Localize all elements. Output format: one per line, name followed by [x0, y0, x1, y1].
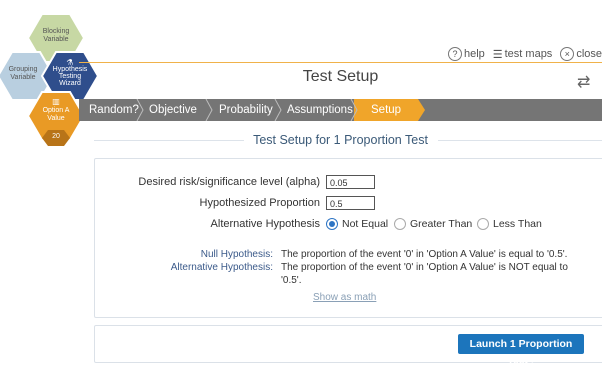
alpha-label: Desired risk/significance level (alpha)	[138, 176, 320, 188]
test-maps-link[interactable]: ☰ test maps	[493, 48, 553, 61]
page-title: Test Setup	[302, 68, 379, 85]
radio-not-equal-label[interactable]: Not Equal	[342, 218, 388, 230]
alt-hyp-label: Alternative Hypothesis:	[170, 262, 273, 273]
radio-greater-than[interactable]	[394, 218, 406, 230]
grouping-label: Grouping Variable	[8, 66, 38, 81]
alt-hyp-text-line1: The proportion of the event '0' in 'Opti…	[281, 262, 568, 273]
hyp-prop-label: Hypothesized Proportion	[199, 197, 320, 209]
alt-hyp-text-line2: '0.5'.	[281, 275, 302, 286]
crumb-setup[interactable]: Setup	[371, 99, 401, 121]
null-hyp-label: Null Hypothesis:	[200, 249, 273, 260]
alpha-input[interactable]: 0.05	[326, 175, 375, 189]
radio-not-equal[interactable]	[326, 218, 338, 230]
close-icon: ×	[560, 47, 575, 61]
radio-greater-than-label[interactable]: Greater Than	[410, 218, 472, 230]
launch-test-button[interactable]: Launch 1 Proportion Test ›	[458, 334, 584, 370]
blocking-label: Blocking Variable	[42, 28, 70, 43]
list-icon: ☰	[492, 48, 503, 61]
swap-icon[interactable]: ⇄	[577, 72, 590, 92]
show-as-math-link[interactable]: Show as math	[313, 292, 376, 303]
help-icon: ?	[447, 47, 462, 61]
help-link[interactable]: ? help	[447, 47, 485, 61]
top-links: ? help ☰ test maps × close	[447, 47, 602, 61]
bar-chart-icon: ▥	[52, 97, 60, 106]
alt-hyp-label: Alternative Hypothesis	[210, 218, 320, 230]
null-hyp-text: The proportion of the event '0' in 'Opti…	[281, 249, 568, 260]
crumb-probability[interactable]: Probability	[219, 99, 273, 121]
option-count: 20	[52, 133, 60, 140]
header-divider	[79, 62, 602, 63]
option-label: Option A Value	[42, 107, 70, 122]
crumb-assumptions[interactable]: Assumptions	[287, 99, 353, 121]
crumb-objective[interactable]: Objective	[149, 99, 197, 121]
radio-less-than-label[interactable]: Less Than	[493, 218, 542, 230]
crumb-random[interactable]: Random?	[89, 99, 139, 121]
breadcrumb: Random? Objective Probability Assumption…	[79, 99, 602, 121]
section-line-right	[438, 140, 602, 141]
close-link[interactable]: × close	[560, 47, 602, 61]
hyp-prop-input[interactable]: 0.5	[326, 196, 375, 210]
radio-less-than[interactable]	[477, 218, 489, 230]
